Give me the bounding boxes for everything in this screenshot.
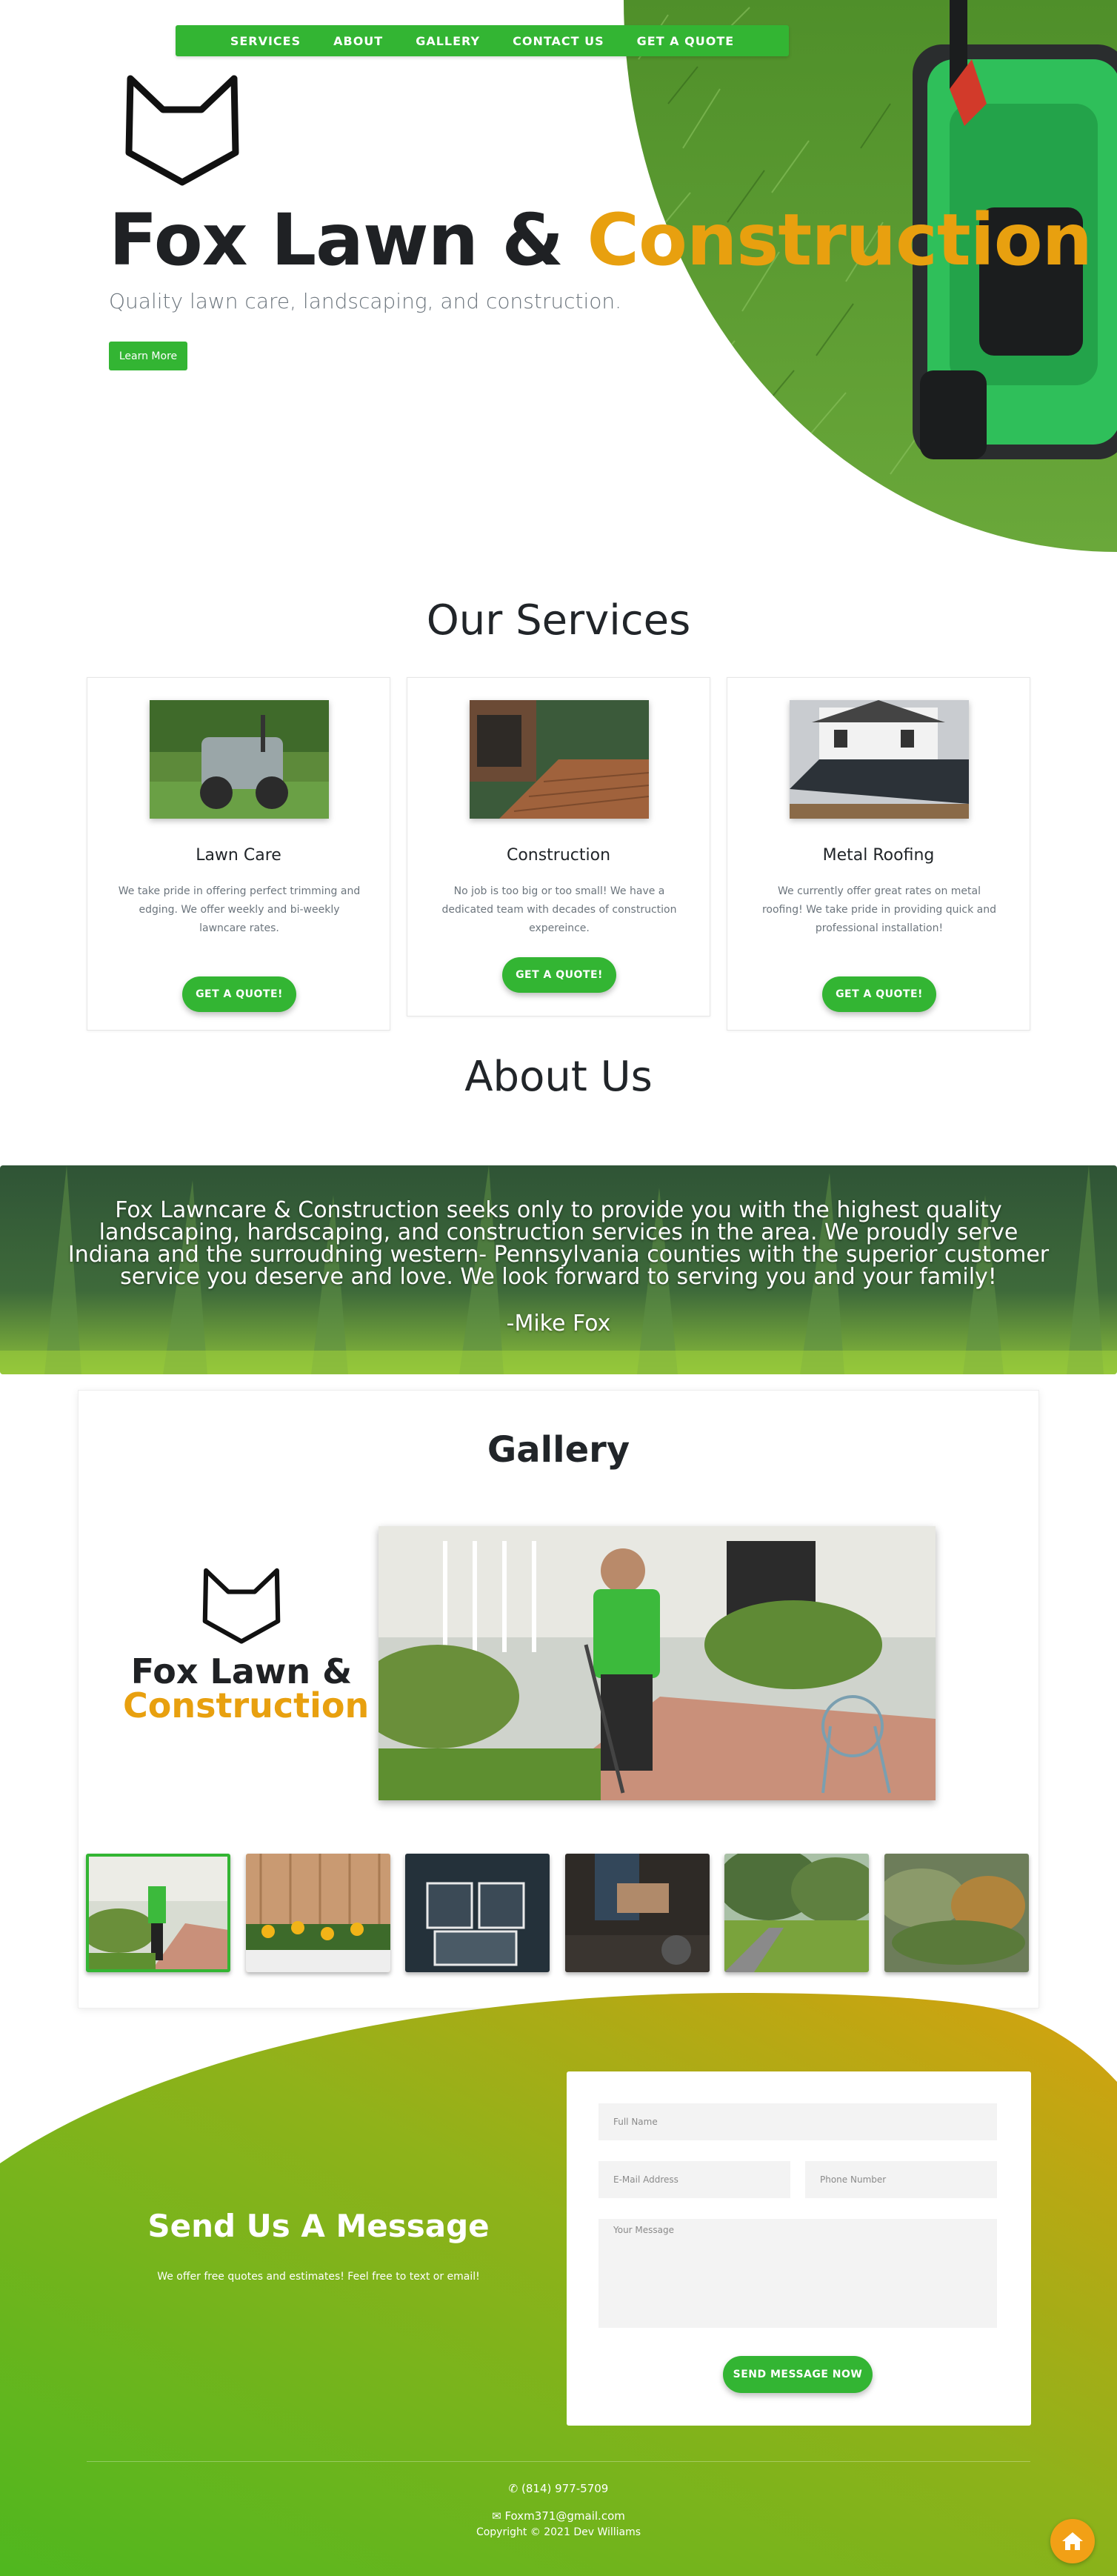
about-banner: Fox Lawncare & Construction seeks only t… — [0, 1165, 1117, 1374]
learn-more-button[interactable]: Learn More — [109, 342, 187, 370]
lawn-care-image — [150, 700, 329, 819]
top-navbar: SERVICES ABOUT GALLERY CONTACT US GET A … — [176, 25, 789, 56]
service-card-lawn-care: Lawn Care We take pride in offering perf… — [87, 677, 390, 1031]
services-title: Our Services — [426, 596, 691, 645]
fox-logo-icon — [202, 1568, 281, 1644]
gallery-section: Gallery Fox Lawn & Construction — [78, 1390, 1039, 2008]
hero-title: Fox Lawn & Construction — [109, 199, 1093, 282]
nav-services[interactable]: SERVICES — [230, 34, 301, 48]
fox-logo-icon — [125, 75, 239, 186]
gallery-thumb-2[interactable] — [246, 1854, 390, 1972]
home-icon — [1062, 2532, 1083, 2550]
full-name-field[interactable]: Full Name — [598, 2103, 997, 2140]
get-quote-button[interactable]: GET A QUOTE! — [182, 976, 296, 1012]
service-description: We take pride in offering perfect trimmi… — [118, 885, 361, 934]
gallery-thumb-3[interactable] — [405, 1854, 550, 1972]
gallery-thumb-1[interactable] — [86, 1854, 230, 1972]
service-name: Lawn Care — [196, 846, 281, 865]
gallery-main-image — [379, 1526, 936, 1800]
gallery-logo-line1: Fox Lawn & — [130, 1651, 353, 1691]
service-name: Construction — [506, 846, 611, 865]
gallery-logo: Fox Lawn & Construction — [123, 1565, 370, 1725]
contact-form: Full Name E-Mail Address Phone Number Yo… — [567, 2071, 1031, 2426]
gallery-logo-line2: Construction — [123, 1685, 370, 1725]
phone-field[interactable]: Phone Number — [805, 2161, 997, 2198]
hero-subtitle: Quality lawn care, landscaping, and cons… — [109, 289, 622, 313]
message-textarea[interactable]: Your Message — [598, 2219, 997, 2328]
get-quote-button[interactable]: GET A QUOTE! — [822, 976, 936, 1012]
contact-intro: Send Us A Message We offer free quotes a… — [0, 2208, 637, 2283]
footer-phone[interactable]: ✆ (814) 977-5709 — [0, 2461, 1117, 2495]
nav-get-a-quote[interactable]: GET A QUOTE — [637, 34, 735, 48]
service-description: We currently offer great rates on metal … — [761, 885, 997, 934]
about-title: About Us — [464, 1053, 653, 1101]
footer-copyright: Copyright © 2021 Dev Williams — [476, 2526, 641, 2538]
nav-contact-us[interactable]: CONTACT US — [513, 34, 604, 48]
service-card-metal-roofing: Metal Roofing We currently offer great r… — [727, 677, 1030, 1031]
hero-title-main: Fox Lawn & — [109, 199, 587, 282]
contact-subtitle: We offer free quotes and estimates! Feel… — [157, 2271, 480, 2283]
construction-image — [470, 700, 649, 819]
hero-title-accent: Construction — [587, 199, 1093, 282]
nav-gallery[interactable]: GALLERY — [416, 34, 480, 48]
about-signature: -Mike Fox — [506, 1311, 611, 1337]
gallery-title: Gallery — [487, 1429, 630, 1471]
send-message-button[interactable]: SEND MESSAGE NOW — [723, 2356, 873, 2393]
home-button[interactable] — [1050, 2519, 1095, 2563]
contact-title: Send Us A Message — [147, 2208, 490, 2244]
service-name: Metal Roofing — [822, 846, 935, 865]
gallery-thumb-6[interactable] — [884, 1854, 1029, 1972]
metal-roofing-image — [790, 700, 969, 819]
nav-about[interactable]: ABOUT — [333, 34, 383, 48]
get-quote-button[interactable]: GET A QUOTE! — [502, 957, 616, 993]
gallery-thumb-5[interactable] — [724, 1854, 869, 1972]
email-field[interactable]: E-Mail Address — [598, 2161, 790, 2198]
gallery-thumb-4[interactable] — [565, 1854, 710, 1972]
service-card-construction: Construction No job is too big or too sm… — [407, 677, 710, 1016]
service-description: No job is too big or too small! We have … — [441, 885, 677, 934]
about-paragraph: Fox Lawncare & Construction seeks only t… — [67, 1197, 1050, 1290]
hero-section: Fox Lawn & Construction Quality lawn car… — [0, 0, 1117, 552]
